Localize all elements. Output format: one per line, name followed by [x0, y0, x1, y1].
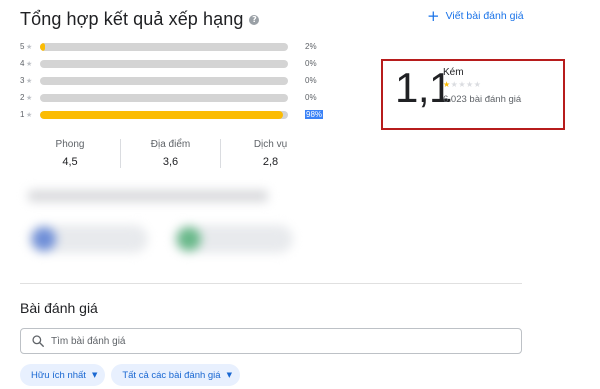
review-search-box[interactable] — [20, 328, 522, 354]
chevron-down-icon: ▼ — [91, 371, 98, 379]
histogram-bar — [40, 76, 288, 85]
star-icon: ★ — [466, 80, 474, 89]
histogram-row: 3 ★ 0% — [20, 75, 323, 86]
histogram-percent: 2% — [305, 42, 317, 51]
category-score: 4,5 — [62, 156, 78, 168]
page-title: Tổng hợp kết quả xếp hạng — [20, 9, 244, 29]
overall-rating-summary: 1,1 Kém ★★★★★ 6.023 bài đánh giá — [381, 59, 565, 130]
review-filters: Hữu ích nhất ▼ Tất cả các bài đánh giá ▼ — [20, 364, 246, 386]
star-icon: ★ — [26, 110, 33, 119]
category-location: Địa điểm 3,6 — [120, 139, 220, 168]
category-score: 3,6 — [162, 156, 179, 168]
category-room: Phong 4,5 — [20, 139, 120, 168]
histogram-bar — [40, 110, 288, 119]
histogram-percent: 98% — [305, 110, 324, 119]
write-review-label: Viết bài đánh giá — [445, 10, 524, 22]
histogram-bar-fill — [40, 42, 45, 51]
plus-icon: + — [427, 7, 440, 25]
category-ratings: Phong 4,5 Địa điểm 3,6 Dịch vụ 2,8 — [20, 139, 320, 168]
histogram-percent: 0% — [305, 76, 317, 85]
histogram-percent: 0% — [305, 59, 317, 68]
star-icon: ★ — [26, 42, 33, 51]
histogram-bar — [40, 42, 288, 51]
blurred-text-line — [28, 190, 268, 202]
title-row: Tổng hợp kết quả xếp hạng ? — [20, 9, 260, 30]
histogram-row: 2 ★ 0% — [20, 92, 323, 103]
rating-label: Kém — [443, 67, 464, 78]
histogram-percent: 0% — [305, 93, 317, 102]
info-icon[interactable]: ? — [249, 14, 260, 25]
section-divider — [20, 283, 522, 284]
star-icon: ★ — [26, 59, 33, 68]
star-icon: ★ — [26, 93, 33, 102]
search-icon — [32, 335, 44, 347]
reviews-section-title: Bài đánh giá — [20, 300, 98, 316]
histogram-bar — [40, 93, 288, 102]
chevron-down-icon: ▼ — [226, 371, 232, 379]
sort-dropdown[interactable]: Hữu ích nhất ▼ — [20, 364, 106, 386]
blurred-content — [18, 180, 318, 260]
category-service: Dịch vụ 2,8 — [220, 139, 320, 168]
histogram-row: 4 ★ 0% — [20, 58, 323, 69]
category-name: Địa điểm — [150, 139, 191, 150]
star-icon: ★ — [443, 80, 451, 89]
sort-dropdown-label: Hữu ích nhất — [31, 369, 86, 381]
category-name: Phong — [55, 139, 85, 150]
star-rating: ★★★★★ — [443, 80, 481, 89]
blurred-avatar — [32, 227, 56, 251]
star-icon: ★ — [473, 80, 482, 89]
category-score: 2,8 — [262, 156, 279, 168]
histogram-row: 5 ★ 2% — [20, 41, 323, 52]
review-count: 6.023 bài đánh giá — [443, 94, 522, 105]
filter-dropdown-label: Tất cả các bài đánh giá — [122, 369, 221, 381]
rating-histogram: 5 ★ 2% 4 ★ 0% 3 ★ 0% 2 ★ 0% 1 ★ 98% — [20, 41, 324, 126]
filter-dropdown[interactable]: Tất cả các bài đánh giá ▼ — [111, 364, 240, 386]
star-icon: ★ — [26, 76, 33, 85]
category-name: Dịch vụ — [253, 139, 288, 150]
search-input[interactable] — [51, 335, 491, 347]
blurred-avatar — [177, 227, 201, 251]
histogram-bar-fill — [40, 110, 284, 119]
star-icon: ★ — [458, 80, 467, 89]
write-review-button[interactable]: + Viết bài đánh giá — [427, 7, 524, 25]
histogram-bar — [40, 59, 288, 68]
histogram-row: 1 ★ 98% — [20, 109, 324, 120]
